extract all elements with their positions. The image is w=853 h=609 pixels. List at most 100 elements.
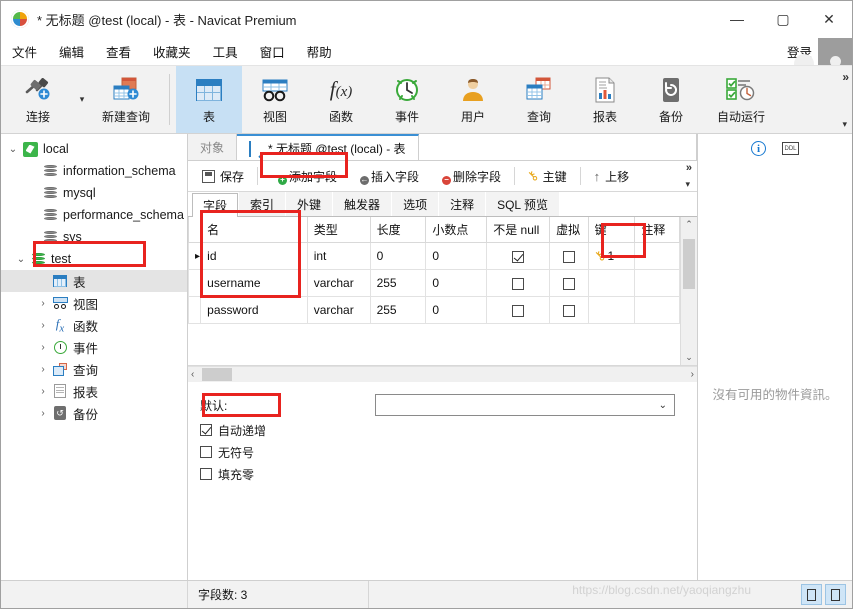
menu-item-tools[interactable]: 工具 [202,38,249,65]
sidebar-item-performance-schema[interactable]: performance_schema [1,204,187,226]
tab-objects[interactable]: 对象 [188,134,238,160]
menu-item-favorites[interactable]: 收藏夹 [142,38,202,65]
add-field-button[interactable]: + 添加字段 [263,165,345,188]
tab-indexes[interactable]: 索引 [239,192,286,216]
toolbar-report[interactable]: 报表 [572,66,638,133]
scroll-down-icon[interactable]: ⌄ [685,352,693,363]
toolbar-backup[interactable]: 备份 [638,66,704,133]
cell-comment[interactable] [634,296,680,324]
column-header-name[interactable]: 名 [200,217,308,243]
cell-type[interactable]: int [306,242,371,270]
row-selector[interactable] [188,296,202,324]
cell-decimals[interactable]: 0 [425,296,488,324]
tab-triggers[interactable]: 触发器 [333,192,392,216]
sidebar-item-mysql[interactable]: mysql [1,182,187,204]
avatar[interactable] [793,38,852,65]
table-row[interactable]: password varchar 255 0 [188,296,680,324]
column-header-length[interactable]: 长度 [369,217,427,243]
grid-view-button[interactable] [801,584,822,605]
toolbar-event[interactable]: 事件 [374,66,440,133]
expander-icon[interactable]: › [35,408,51,419]
auto-increment-checkbox[interactable] [200,424,212,436]
auto-increment-row[interactable]: 自动递增 [200,419,697,441]
move-up-button[interactable]: ↑ 上移 [586,165,638,188]
ddl-icon[interactable]: DDL [782,142,799,155]
virtual-checkbox[interactable] [562,304,575,317]
cell-comment[interactable] [634,242,680,270]
close-button[interactable]: ✕ [806,2,852,37]
toolbar-automation[interactable]: 自动运行 [704,66,778,133]
cell-key[interactable]: ⚷ 1 [587,242,636,270]
expander-icon[interactable]: › [35,320,51,331]
toolbar-connection[interactable]: 连接 [1,66,75,133]
default-value-select[interactable]: ⌄ [375,394,675,416]
toolbar-function[interactable]: f(x) 函数 [308,66,374,133]
designer-toolbar-collapse-icon[interactable]: ▾ [685,179,690,190]
cell-comment[interactable] [634,269,680,297]
connection-dropdown-arrow-icon[interactable]: ▾ [75,66,89,133]
horizontal-scroll-thumb[interactable] [202,368,232,381]
not-null-checkbox[interactable] [512,304,525,317]
chevron-down-icon[interactable]: ⌄ [659,400,667,411]
toolbar-collapse-arrow-icon[interactable]: ▾ [842,119,847,130]
column-header-virtual[interactable]: 虚拟 [549,217,589,243]
expander-icon[interactable]: › [35,298,51,309]
tab-table-designer[interactable]: * 无标题 @test (local) - 表 [237,134,419,160]
menu-item-window[interactable]: 窗口 [249,38,296,65]
sidebar-item-information-schema[interactable]: information_schema [1,160,187,182]
unsigned-row[interactable]: 无符号 [200,441,697,463]
cell-not-null[interactable] [486,242,551,270]
toolbar-new-query[interactable]: 新建查询 [89,66,163,133]
maximize-button[interactable]: ▢ [760,2,806,37]
save-button[interactable]: 保存 [194,165,252,188]
grid-vertical-scrollbar[interactable]: ⌃ ⌄ [680,217,697,365]
zerofill-checkbox[interactable] [200,468,212,480]
sidebar-item-sys[interactable]: sys [1,226,187,248]
toolbar-query[interactable]: 查询 [506,66,572,133]
not-null-checkbox[interactable] [512,250,525,263]
cell-virtual[interactable] [549,269,589,297]
cell-length[interactable]: 255 [369,269,427,297]
tab-comment[interactable]: 注释 [439,192,486,216]
primary-key-button[interactable]: ⚷ 主键 [520,165,575,188]
scroll-left-icon[interactable]: ‹ [191,369,194,380]
cell-not-null[interactable] [486,296,551,324]
column-header-comment[interactable]: 注释 [634,217,680,243]
toolbar-user[interactable]: 用户 [440,66,506,133]
expander-icon[interactable]: ⌄ [5,144,21,155]
cell-virtual[interactable] [549,296,589,324]
expander-icon[interactable]: › [35,386,51,397]
menu-item-edit[interactable]: 编辑 [48,38,95,65]
cell-key[interactable] [587,269,636,297]
expander-icon[interactable]: › [35,364,51,375]
toolbar-table[interactable]: 表 [176,66,242,133]
sidebar-item-events[interactable]: › 事件 [1,336,187,358]
cell-not-null[interactable] [486,269,551,297]
cell-length[interactable]: 255 [369,296,427,324]
tab-sql-preview[interactable]: SQL 预览 [486,192,559,216]
toolbar-view[interactable]: 视图 [242,66,308,133]
cell-virtual[interactable] [549,242,589,270]
insert-field-button[interactable]: ← 插入字段 [345,165,427,188]
table-row[interactable]: username varchar 255 0 [188,269,680,297]
toolbar-overflow-icon[interactable]: » [842,70,849,84]
designer-toolbar-overflow-icon[interactable]: » [686,162,692,174]
form-view-button[interactable] [825,584,846,605]
menu-item-help[interactable]: 帮助 [296,38,343,65]
tab-foreign-keys[interactable]: 外键 [286,192,333,216]
cell-type[interactable]: varchar [306,269,371,297]
sidebar-item-queries[interactable]: › 查询 [1,358,187,380]
virtual-checkbox[interactable] [562,277,575,290]
column-header-decimals[interactable]: 小数点 [425,217,488,243]
row-selector[interactable]: ▸ [188,242,202,270]
expander-icon[interactable]: › [35,342,51,353]
menu-item-view[interactable]: 查看 [95,38,142,65]
cell-name[interactable]: username [200,269,308,297]
scroll-up-icon[interactable]: ⌃ [685,219,693,230]
cell-name[interactable]: id [200,242,308,270]
info-icon[interactable]: i [751,141,766,156]
virtual-checkbox[interactable] [562,250,575,263]
unsigned-checkbox[interactable] [200,446,212,458]
cell-name[interactable]: password [200,296,308,324]
sidebar-item-functions[interactable]: › fx 函数 [1,314,187,336]
